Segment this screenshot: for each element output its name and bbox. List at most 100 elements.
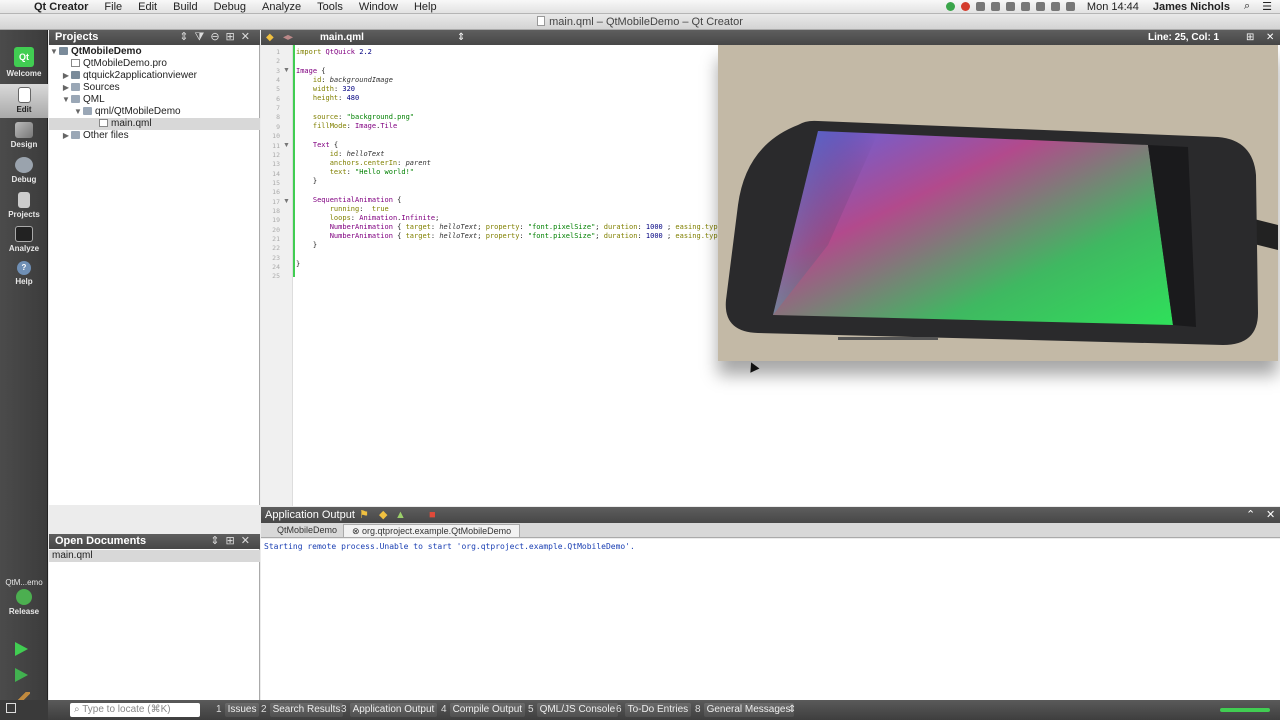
stop-icon[interactable]: ◆	[379, 507, 387, 523]
expanded-arrow-icon[interactable]: ▼	[61, 94, 71, 106]
tray-record-icon[interactable]	[960, 2, 970, 11]
fold-arrow-icon[interactable]: ▼	[283, 198, 290, 205]
locator-input[interactable]: ⌕ Type to locate (⌘K)	[70, 703, 200, 717]
open-document-item[interactable]: main.qml	[49, 550, 260, 562]
tray-status-icon[interactable]	[945, 2, 955, 11]
line-number: 10	[272, 132, 280, 141]
phone-photo	[718, 45, 1278, 361]
projects-pane-header: Projects ⇕⧩⊖⊞✕	[49, 30, 260, 45]
folder-icon	[71, 83, 80, 91]
line-number: 2	[276, 57, 280, 66]
kit-project-label: QtM...emo	[5, 578, 43, 587]
tray-bluetooth-icon[interactable]	[1035, 2, 1045, 11]
expanded-arrow-icon[interactable]: ▼	[49, 46, 59, 58]
tree-item-qml[interactable]: ▼ QML	[49, 94, 260, 106]
mode-welcome[interactable]: Qt Welcome	[0, 44, 48, 84]
more-panes-icon[interactable]: ⇕	[788, 703, 796, 717]
rerun-icon[interactable]: ▲	[395, 507, 406, 523]
menu-debug[interactable]: Debug	[206, 0, 254, 14]
collapsed-arrow-icon[interactable]: ▶	[61, 70, 71, 82]
tree-item-sources[interactable]: ▶ Sources	[49, 82, 260, 94]
menubar-clock[interactable]: Mon 14:44	[1087, 1, 1139, 13]
editor-toolbar: ◆ ◂▸ main.qml ⇕ Line: 25, Col: 1 ⊞ ✕	[261, 30, 1280, 45]
pane-button-compile-output[interactable]: 4 Compile Output	[438, 703, 526, 717]
output-tabs: QtMobileDemo ⊗ org.qtproject.example.QtM…	[261, 523, 1280, 538]
tree-item-qml-folder[interactable]: ▼ qml/QtMobileDemo	[49, 106, 260, 118]
run-icon[interactable]	[15, 642, 28, 656]
close-editor-icon[interactable]: ✕	[1266, 30, 1274, 45]
project-tree[interactable]: ▼ QtMobileDemo QtMobileDemo.pro ▶ qtquick2…	[49, 45, 260, 505]
split-editor-icon[interactable]: ⊞	[1246, 30, 1254, 45]
tray-timemachine-icon[interactable]	[1005, 2, 1015, 11]
kit-selector[interactable]: QtM...emo Release	[0, 578, 48, 620]
toggle-sidebar-icon[interactable]	[6, 703, 16, 713]
tree-item-pro-file[interactable]: QtMobileDemo.pro	[49, 58, 260, 70]
tray-dropbox-icon[interactable]	[990, 2, 1000, 11]
line-number: 13	[272, 160, 280, 169]
expanded-arrow-icon[interactable]: ▼	[73, 106, 83, 118]
menubar-user[interactable]: James Nichols	[1153, 1, 1230, 13]
maximize-pane-icon[interactable]: ⌃	[1246, 507, 1255, 523]
tab-close-icon[interactable]: ⊗	[352, 526, 362, 536]
open-documents-list[interactable]: main.qml	[49, 549, 260, 700]
projects-pane-title[interactable]: Projects	[55, 31, 98, 43]
line-number: 1	[276, 48, 280, 56]
tray-eject-icon[interactable]	[1020, 2, 1030, 11]
menu-analyze[interactable]: Analyze	[254, 0, 309, 14]
output-tab-active[interactable]: ⊗ org.qtproject.example.QtMobileDemo	[343, 524, 521, 537]
pane-button-todo-entries[interactable]: 6 To-Do Entries	[613, 703, 692, 717]
editor-cursor-position[interactable]: Line: 25, Col: 1	[1148, 30, 1219, 45]
output-console[interactable]: Starting remote process.Unable to start …	[261, 539, 1280, 700]
tree-item-other-files[interactable]: ▶ Other files	[49, 130, 260, 142]
open-document-label: main.qml	[52, 550, 93, 561]
tray-volume-icon[interactable]	[1065, 2, 1075, 11]
tray-wifi-icon[interactable]	[1050, 2, 1060, 11]
help-icon: ?	[17, 261, 31, 275]
pane-button-application-output[interactable]: 3 Application Output	[338, 703, 438, 717]
menu-tools[interactable]: Tools	[309, 0, 351, 14]
menu-app-name[interactable]: Qt Creator	[30, 0, 96, 14]
spotlight-icon[interactable]: ⌕	[1244, 0, 1250, 13]
line-number: 8	[276, 113, 280, 122]
pane-button-search-results[interactable]: 2 Search Results	[258, 703, 344, 717]
nav-back-icon[interactable]: ◆	[266, 30, 274, 45]
pane-button-general-messages[interactable]: 8 General Messages	[692, 703, 794, 717]
pane-button-qml-console[interactable]: 5 QML/JS Console	[525, 703, 619, 717]
nav-forward-icon[interactable]: ◂▸	[283, 30, 293, 45]
mode-edit[interactable]: Edit	[0, 84, 48, 118]
fold-arrow-icon[interactable]: ▼	[283, 67, 290, 74]
mode-analyze[interactable]: Analyze	[0, 223, 48, 257]
close-pane-icon[interactable]: ✕	[1266, 507, 1275, 523]
attach-icon[interactable]: ⚑	[359, 507, 369, 523]
collapsed-arrow-icon[interactable]: ▶	[61, 130, 71, 142]
tree-item-main-qml[interactable]: main.qml	[49, 118, 260, 130]
collapsed-arrow-icon[interactable]: ▶	[61, 82, 71, 94]
output-pane-title[interactable]: Application Output	[265, 507, 355, 523]
menu-build[interactable]: Build	[165, 0, 205, 14]
tree-item-viewer[interactable]: ▶ qtquick2applicationviewer	[49, 70, 260, 82]
kit-config-label: Release	[8, 607, 40, 616]
tray-battery-icon[interactable]	[975, 2, 985, 11]
open-documents-title[interactable]: Open Documents	[55, 535, 146, 547]
projects-pane-tools[interactable]: ⇕⧩⊖⊞✕	[179, 30, 256, 45]
menu-edit[interactable]: Edit	[130, 0, 165, 14]
menu-window[interactable]: Window	[351, 0, 406, 14]
open-documents-tools[interactable]: ⇕⊞✕	[210, 534, 256, 549]
pane-button-issues[interactable]: 1 Issues	[213, 703, 260, 717]
output-pane-header: Application Output ⚑ ◆ ▲ ■ ⌃ ✕	[261, 507, 1280, 523]
file-dropdown-icon[interactable]: ⇕	[457, 30, 465, 45]
mode-projects[interactable]: Projects	[0, 189, 48, 223]
debug-run-icon[interactable]	[15, 668, 28, 682]
mode-help[interactable]: ? Help	[0, 258, 48, 292]
mode-design[interactable]: Design	[0, 119, 48, 153]
fold-arrow-icon[interactable]: ▼	[283, 142, 290, 149]
menu-file[interactable]: File	[96, 0, 130, 14]
mode-debug[interactable]: Debug	[0, 154, 48, 188]
output-tab[interactable]: QtMobileDemo	[269, 524, 345, 537]
tree-item-project-root[interactable]: ▼ QtMobileDemo	[49, 46, 260, 58]
menu-help[interactable]: Help	[406, 0, 445, 14]
notifications-icon[interactable]: ☰	[1262, 0, 1272, 13]
editor-filename[interactable]: main.qml	[320, 30, 364, 45]
tree-item-label: QtMobileDemo	[71, 46, 142, 57]
stop-red-icon[interactable]: ■	[429, 507, 436, 523]
